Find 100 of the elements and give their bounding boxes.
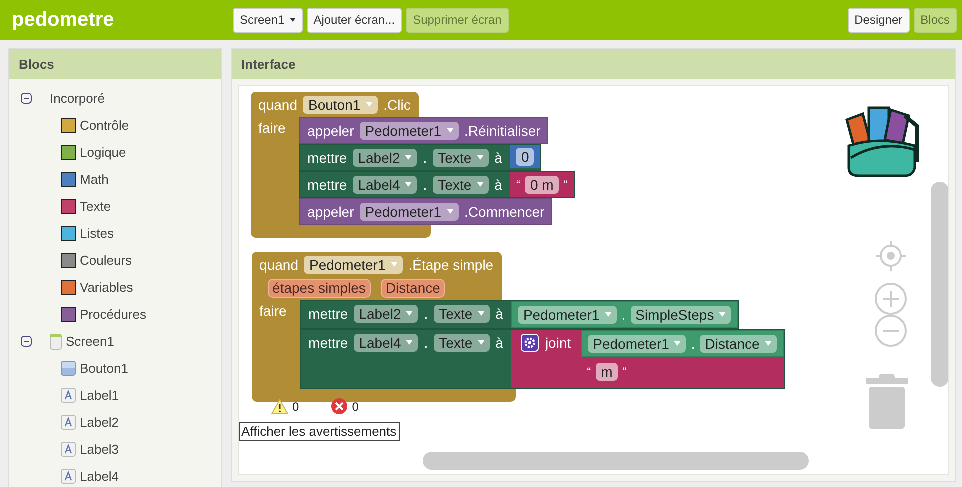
set-block[interactable]: mettre Label2 . Texte à Pedometer1 . SimpleSteps (300, 300, 740, 329)
tree-item[interactable]: Incorporé (50, 91, 105, 106)
text-field[interactable]: m (596, 362, 618, 380)
dot-separator: . (424, 306, 428, 322)
tree-item[interactable]: Listes (80, 226, 114, 241)
screen-icon (50, 334, 62, 350)
gear-icon[interactable] (521, 334, 540, 352)
event-header[interactable]: quand Bouton1 .Clic (250, 92, 419, 117)
parameter-chip[interactable]: étapes simples (268, 279, 371, 298)
tree-item[interactable]: Label2 (80, 415, 120, 430)
getter-block[interactable]: Pedometer1 . SimpleSteps (511, 301, 738, 328)
caret-icon (476, 155, 484, 160)
horizontal-scrollbar[interactable] (422, 452, 809, 470)
to-keyword: à (494, 150, 502, 166)
property-dropdown[interactable]: Texte (434, 304, 490, 322)
caret-icon (604, 312, 612, 317)
call-block[interactable]: appeler Pedometer1 .Commencer (298, 198, 552, 225)
call-block[interactable]: appeler Pedometer1 .Réinitialiser (298, 117, 548, 144)
quote-mark: ” (622, 364, 627, 378)
tree-item[interactable]: Variables (80, 280, 134, 295)
set-keyword: mettre (308, 150, 348, 166)
label-icon (61, 442, 76, 457)
tree-item[interactable]: Logique (80, 145, 126, 160)
component-dropdown[interactable]: Pedometer1 (360, 202, 459, 220)
label-icon (61, 388, 76, 403)
component-dropdown[interactable]: Pedometer1 (304, 256, 403, 274)
property-dropdown[interactable]: Distance (700, 334, 777, 352)
caret-icon (405, 182, 412, 187)
property-dropdown[interactable]: Texte (433, 176, 489, 194)
tree-item[interactable]: Screen1 (66, 334, 114, 349)
text-field[interactable]: 0 m (525, 176, 559, 194)
label-icon (61, 469, 76, 484)
join-block[interactable]: joint Pedometer1 . Distance “ m ” (511, 330, 784, 388)
toolbar-button[interactable]: Ajouter écran... (306, 8, 402, 32)
vertical-scrollbar[interactable] (930, 182, 948, 387)
warning-icon[interactable] (270, 398, 289, 414)
button-icon (61, 361, 76, 376)
call-keyword: appeler (308, 204, 354, 220)
dot-separator: . (424, 334, 428, 350)
caret-icon (366, 102, 373, 107)
method-name: .Réinitialiser (464, 122, 541, 138)
screen-dropdown[interactable]: Screen1 (233, 8, 303, 32)
quote-mark: “ (516, 178, 520, 192)
tree-item[interactable]: Label1 (80, 388, 120, 403)
quote-mark: ” (564, 178, 568, 192)
number-field[interactable]: 0 (516, 148, 534, 166)
caret-icon (674, 341, 682, 346)
collapse-icon[interactable] (21, 336, 32, 347)
caret-icon (446, 209, 454, 214)
property-dropdown[interactable]: SimpleSteps (630, 306, 732, 324)
caret-icon (446, 128, 454, 133)
event-name: .Clic (384, 96, 411, 112)
caret-icon (406, 311, 414, 316)
set-block[interactable]: mettre Label4 . Texte à joint Pedometer1 . Distance “ m ” (300, 329, 785, 389)
getter-block[interactable]: Pedometer1 . Distance (581, 330, 784, 357)
to-keyword: à (494, 176, 502, 192)
collapse-icon[interactable] (21, 93, 32, 104)
method-name: .Commencer (464, 204, 545, 220)
component-dropdown[interactable]: Pedometer1 (588, 334, 686, 352)
property-dropdown[interactable]: Texte (433, 148, 489, 166)
caret-icon (390, 262, 398, 267)
set-block[interactable]: mettre Label2 . Texte à 0 (298, 144, 542, 171)
panel-header: Interface (232, 49, 955, 79)
quote-mark: “ (587, 364, 592, 378)
caret-icon (406, 340, 414, 345)
call-keyword: appeler (308, 122, 354, 138)
show-warnings-button[interactable]: Afficher les avertissements (238, 422, 400, 441)
component-dropdown[interactable]: Label4 (354, 334, 418, 352)
app-title: pedometre (12, 8, 116, 32)
tree-item[interactable]: Contrôle (80, 118, 130, 133)
dot-separator: . (423, 150, 428, 166)
set-keyword: mettre (308, 334, 348, 350)
component-dropdown[interactable]: Label2 (354, 304, 418, 322)
tree-item[interactable]: Bouton1 (80, 361, 128, 376)
caret-icon (719, 312, 726, 317)
event-header[interactable]: quand Pedometer1 .Étape simple étapes simples Distance (252, 252, 502, 300)
number-block[interactable]: 0 (510, 145, 540, 168)
component-dropdown[interactable]: Label2 (353, 148, 418, 166)
tree-item[interactable]: Label4 (80, 469, 120, 484)
caret-icon (478, 340, 485, 345)
tree-item[interactable]: Procédures (80, 307, 146, 322)
tree-item[interactable]: Math (80, 172, 109, 187)
to-keyword: à (496, 306, 504, 322)
view-button[interactable]: Designer (848, 8, 910, 32)
do-label: faire (250, 117, 299, 225)
component-dropdown[interactable]: Pedometer1 (360, 122, 459, 140)
parameter-chip[interactable]: Distance (380, 279, 446, 298)
tree-item[interactable]: Label3 (80, 442, 120, 457)
set-block[interactable]: mettre Label4 . Texte à “ 0 m ” (298, 171, 575, 198)
tree-item[interactable]: Couleurs (80, 253, 132, 268)
text-block[interactable]: “ 0 m ” (510, 172, 574, 197)
component-dropdown[interactable]: Bouton1 (303, 96, 378, 114)
component-dropdown[interactable]: Label4 (353, 176, 418, 194)
error-icon[interactable] (331, 398, 348, 415)
tree-item[interactable]: Texte (80, 199, 112, 214)
property-dropdown[interactable]: Texte (434, 334, 490, 352)
dot-separator: . (691, 336, 696, 352)
view-button[interactable]: Blocs (914, 8, 957, 32)
do-label: faire (252, 300, 300, 389)
component-dropdown[interactable]: Pedometer1 (518, 306, 617, 324)
